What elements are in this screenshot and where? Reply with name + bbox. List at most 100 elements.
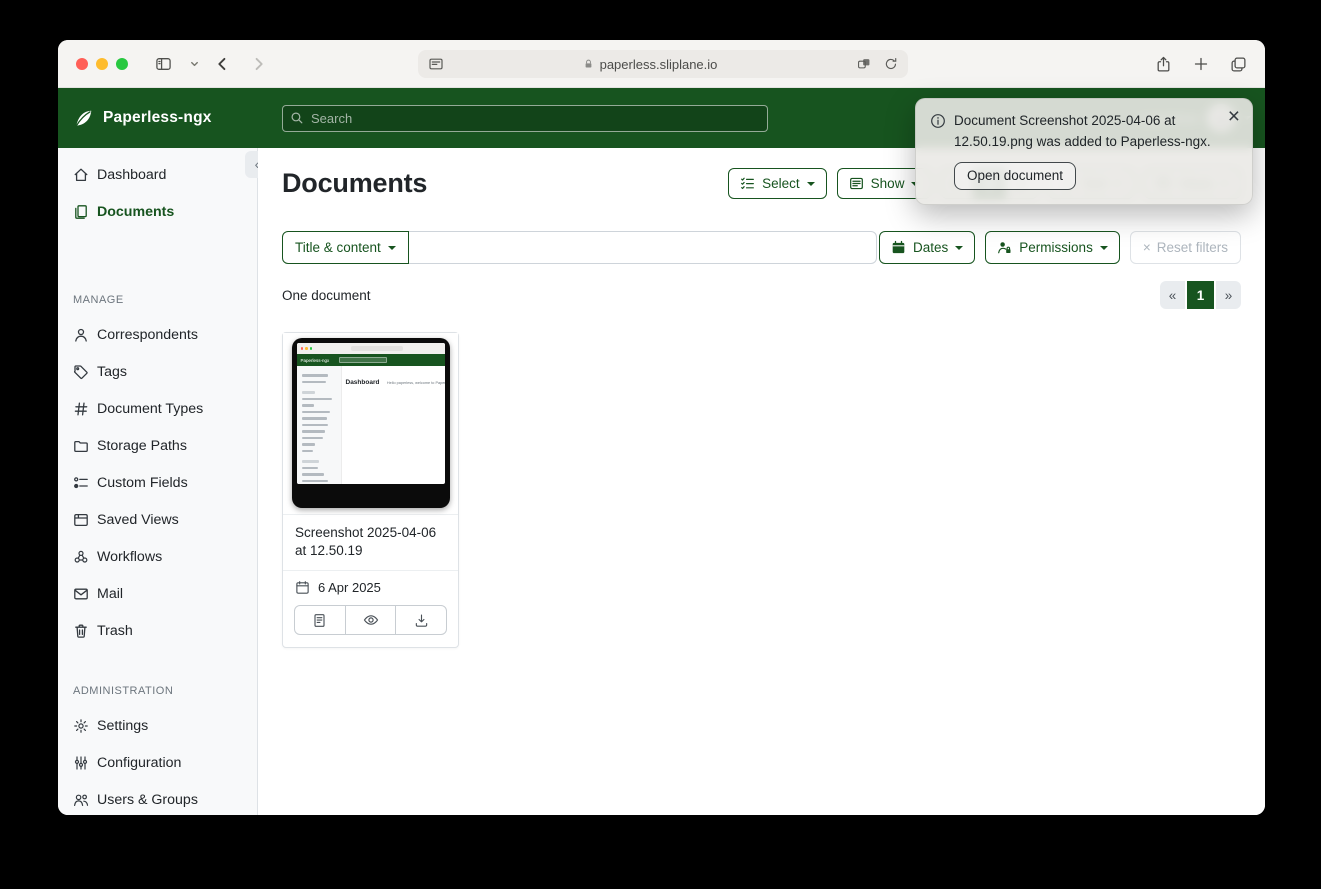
administration-heading: ADMINISTRATION xyxy=(58,684,257,698)
window-controls xyxy=(76,58,128,70)
home-icon xyxy=(73,167,89,183)
sidebar-toggle-icon[interactable] xyxy=(154,55,173,72)
custom-fields-icon xyxy=(73,475,89,491)
saved-views-icon xyxy=(73,512,89,528)
content-area: Dashboard Documents MANAGE Correspondent… xyxy=(58,148,1265,815)
browser-actions xyxy=(1155,40,1247,88)
sidebar-item-label: Document Types xyxy=(97,401,203,417)
close-icon[interactable]: × xyxy=(1228,106,1240,127)
sidebar-item-storage-paths[interactable]: Storage Paths xyxy=(58,427,257,464)
sidebar-item-tags[interactable]: Tags xyxy=(58,353,257,390)
thumbnail-mini-sidebar xyxy=(297,366,342,484)
filter-field-button[interactable]: Title & content xyxy=(282,231,409,264)
back-button-icon[interactable] xyxy=(214,55,231,72)
caret-down-icon xyxy=(388,246,396,250)
thumbnail-mini-content: Dashboard Hello paperless, welcome to Pa… xyxy=(342,366,445,484)
share-icon[interactable] xyxy=(1155,55,1172,74)
info-icon xyxy=(930,113,946,153)
filter-bar: Title & content Dates xyxy=(282,231,1241,264)
mail-icon xyxy=(73,586,89,602)
caret-down-icon xyxy=(1100,246,1108,250)
open-document-button[interactable]: Open document xyxy=(954,162,1076,190)
reload-icon[interactable] xyxy=(884,57,898,71)
toast-notification: Document Screenshot 2025-04-06 at 12.50.… xyxy=(915,98,1253,205)
document-card: Paperless-ngx xyxy=(282,332,459,648)
main-panel: Documents Select Show xyxy=(258,148,1265,815)
thumbnail-mini-brand: Paperless-ngx xyxy=(301,358,330,363)
sidebar-item-custom-fields[interactable]: Custom Fields xyxy=(58,464,257,501)
sidebar-item-dashboard[interactable]: Dashboard xyxy=(58,156,257,193)
chevron-down-icon[interactable] xyxy=(189,58,200,69)
page-title: Documents xyxy=(282,168,427,199)
sidebar-item-mail[interactable]: Mail xyxy=(58,575,257,612)
pagination: « 1 » xyxy=(1160,281,1241,309)
sidebar-item-label: Tags xyxy=(97,364,127,380)
new-tab-icon[interactable] xyxy=(1193,56,1209,72)
sidebar-item-label: Workflows xyxy=(97,549,162,565)
reader-mode-icon[interactable] xyxy=(428,56,444,72)
toast-message: Document Screenshot 2025-04-06 at 12.50.… xyxy=(954,111,1222,153)
sidebar-item-label: Mail xyxy=(97,586,123,602)
reset-filters-button[interactable]: × Reset filters xyxy=(1130,231,1241,264)
global-search-input[interactable] xyxy=(282,105,768,132)
document-thumbnail[interactable]: Paperless-ngx xyxy=(283,333,458,515)
sidebar-item-saved-views[interactable]: Saved Views xyxy=(58,501,257,538)
thumbnail-mini-heading: Dashboard xyxy=(346,379,380,386)
x-icon: × xyxy=(1143,240,1151,255)
workflows-icon xyxy=(73,549,89,565)
manage-heading: MANAGE xyxy=(58,293,257,307)
sidebar-item-trash[interactable]: Trash xyxy=(58,612,257,649)
person-icon xyxy=(73,327,89,343)
download-document-button[interactable] xyxy=(395,605,447,635)
people-icon xyxy=(73,792,89,808)
sidebar: Dashboard Documents MANAGE Correspondent… xyxy=(58,148,258,815)
dates-button[interactable]: Dates xyxy=(879,231,975,264)
filter-query-input[interactable] xyxy=(409,231,877,264)
sidebar-item-correspondents[interactable]: Correspondents xyxy=(58,316,257,353)
calendar-filled-icon xyxy=(891,240,906,255)
caret-down-icon xyxy=(955,246,963,250)
document-date: 6 Apr 2025 xyxy=(318,580,381,595)
pagination-page-1-button[interactable]: 1 xyxy=(1187,281,1214,309)
address-bar[interactable]: paperless.sliplane.io xyxy=(418,50,908,78)
tab-overview-icon[interactable] xyxy=(1230,56,1247,73)
select-button[interactable]: Select xyxy=(728,168,827,199)
lock-icon xyxy=(583,58,594,70)
sidebar-item-label: Saved Views xyxy=(97,512,179,528)
caret-down-icon xyxy=(807,182,815,186)
sidebar-item-users-groups[interactable]: Users & Groups xyxy=(58,781,257,815)
translate-icon[interactable] xyxy=(856,57,872,71)
thumbnail-mini-header: Paperless-ngx xyxy=(297,354,445,366)
sidebar-item-settings[interactable]: Settings xyxy=(58,707,257,744)
sidebar-item-documents[interactable]: Documents xyxy=(58,193,257,230)
person-lock-icon xyxy=(997,240,1012,255)
permissions-button[interactable]: Permissions xyxy=(985,231,1120,264)
pagination-next-button[interactable]: » xyxy=(1216,281,1241,309)
sidebar-item-label: Configuration xyxy=(97,755,181,771)
sidebar-item-label: Dashboard xyxy=(97,167,166,183)
minimize-window-button[interactable] xyxy=(96,58,108,70)
sidebar-item-configuration[interactable]: Configuration xyxy=(58,744,257,781)
document-title[interactable]: Screenshot 2025-04-06 at 12.50.19 xyxy=(283,515,458,571)
sidebar-item-label: Storage Paths xyxy=(97,438,187,454)
zoom-window-button[interactable] xyxy=(116,58,128,70)
browser-toolbar: paperless.sliplane.io xyxy=(58,40,1265,88)
close-window-button[interactable] xyxy=(76,58,88,70)
desktop: { "colors": { "brand_green": "#17541f", … xyxy=(0,0,1321,889)
thumbnail-mini-subtext: Hello paperless, welcome to Paperless-ng… xyxy=(387,381,445,385)
folder-icon xyxy=(73,438,89,454)
url-text: paperless.sliplane.io xyxy=(600,57,718,72)
file-text-icon xyxy=(312,613,327,628)
sidebar-item-label: Correspondents xyxy=(97,327,198,343)
sidebar-item-workflows[interactable]: Workflows xyxy=(58,538,257,575)
search-icon xyxy=(290,111,304,125)
edit-document-button[interactable] xyxy=(294,605,346,635)
pagination-prev-button[interactable]: « xyxy=(1160,281,1185,309)
forward-button-icon[interactable] xyxy=(250,55,267,72)
document-actions xyxy=(283,603,458,647)
preview-document-button[interactable] xyxy=(345,605,397,635)
tag-icon xyxy=(73,364,89,380)
thumbnail-mini-window: Paperless-ngx xyxy=(292,338,450,508)
sidebar-item-document-types[interactable]: Document Types xyxy=(58,390,257,427)
sliders-icon xyxy=(73,755,89,771)
